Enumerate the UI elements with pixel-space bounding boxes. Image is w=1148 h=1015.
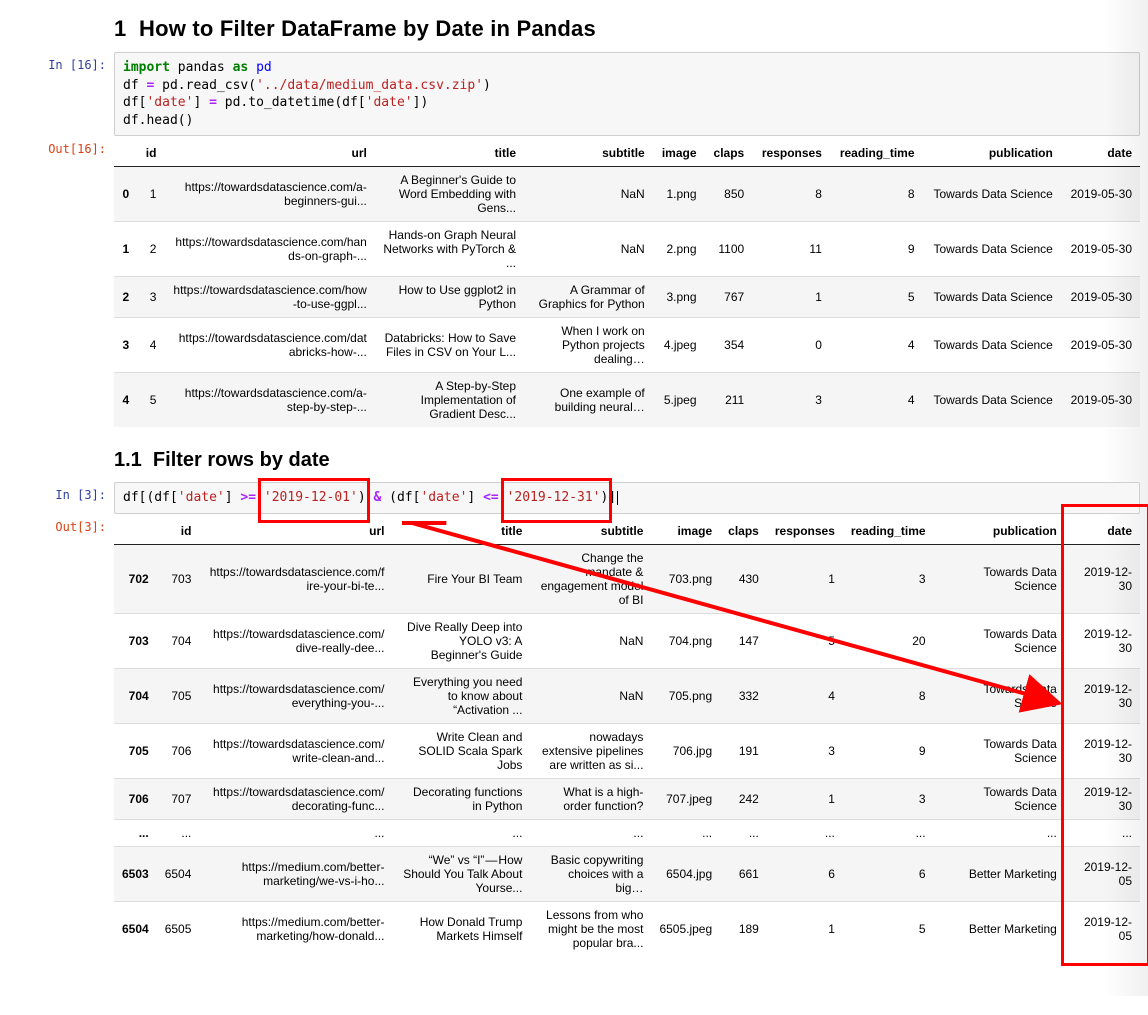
out-prompt-16: Out[16]: (0, 136, 106, 156)
table-header: id (137, 140, 164, 167)
table-row: 12https://towardsdatascience.com/hands-o… (114, 222, 1140, 277)
table-header: subtitle (530, 518, 651, 545)
table-row: 702703https://towardsdatascience.com/fir… (114, 544, 1140, 613)
code-cell-3[interactable]: df[(df['date'] >= '2019-12-01') & (df['d… (114, 482, 1140, 514)
notebook-page: 1 How to Filter DataFrame by Date in Pan… (0, 0, 1148, 996)
table-row: 65036504https://medium.com/better-market… (114, 846, 1140, 901)
table-header: claps (720, 518, 767, 545)
table-header: title (392, 518, 530, 545)
table-row: 01https://towardsdatascience.com/a-begin… (114, 167, 1140, 222)
table-header: reading_time (843, 518, 934, 545)
table-row: 703704https://towardsdatascience.com/div… (114, 613, 1140, 668)
heading-1: 1 How to Filter DataFrame by Date in Pan… (114, 16, 1148, 42)
table-header: reading_time (830, 140, 923, 167)
table-row: 34https://towardsdatascience.com/databri… (114, 318, 1140, 373)
table-header: title (375, 140, 524, 167)
text-cursor (617, 491, 618, 505)
table-row: 706707https://towardsdatascience.com/dec… (114, 778, 1140, 819)
table-row: 23https://towardsdatascience.com/how-to-… (114, 277, 1140, 318)
in-prompt-3: In [3]: (0, 482, 106, 502)
output-table-16: idurltitlesubtitleimageclapsresponsesrea… (114, 140, 1140, 427)
table-header: url (199, 518, 392, 545)
table-header (114, 518, 157, 545)
table-header: publication (923, 140, 1061, 167)
table-header: claps (705, 140, 753, 167)
table-header: subtitle (524, 140, 653, 167)
table-row: ................................. (114, 819, 1140, 846)
table-header: image (653, 140, 705, 167)
table-header: publication (934, 518, 1065, 545)
table-row: 45https://towardsdatascience.com/a-step-… (114, 373, 1140, 428)
table-header: date (1065, 518, 1140, 545)
in-prompt-16: In [16]: (0, 52, 106, 72)
output-table-3: idurltitlesubtitleimageclapsresponsesrea… (114, 518, 1140, 956)
table-header: responses (767, 518, 843, 545)
table-header: id (157, 518, 200, 545)
table-header: responses (752, 140, 830, 167)
heading-1-1: 1.1 Filter rows by date (114, 449, 1148, 472)
table-header (114, 140, 137, 167)
table-row: 704705https://towardsdatascience.com/eve… (114, 668, 1140, 723)
table-row: 65046505https://medium.com/better-market… (114, 901, 1140, 956)
table-header: date (1061, 140, 1140, 167)
code-cell-16[interactable]: import pandas as pd df = pd.read_csv('..… (114, 52, 1140, 136)
table-header: url (164, 140, 374, 167)
table-row: 705706https://towardsdatascience.com/wri… (114, 723, 1140, 778)
table-header: image (651, 518, 720, 545)
out-prompt-3: Out[3]: (0, 514, 106, 534)
